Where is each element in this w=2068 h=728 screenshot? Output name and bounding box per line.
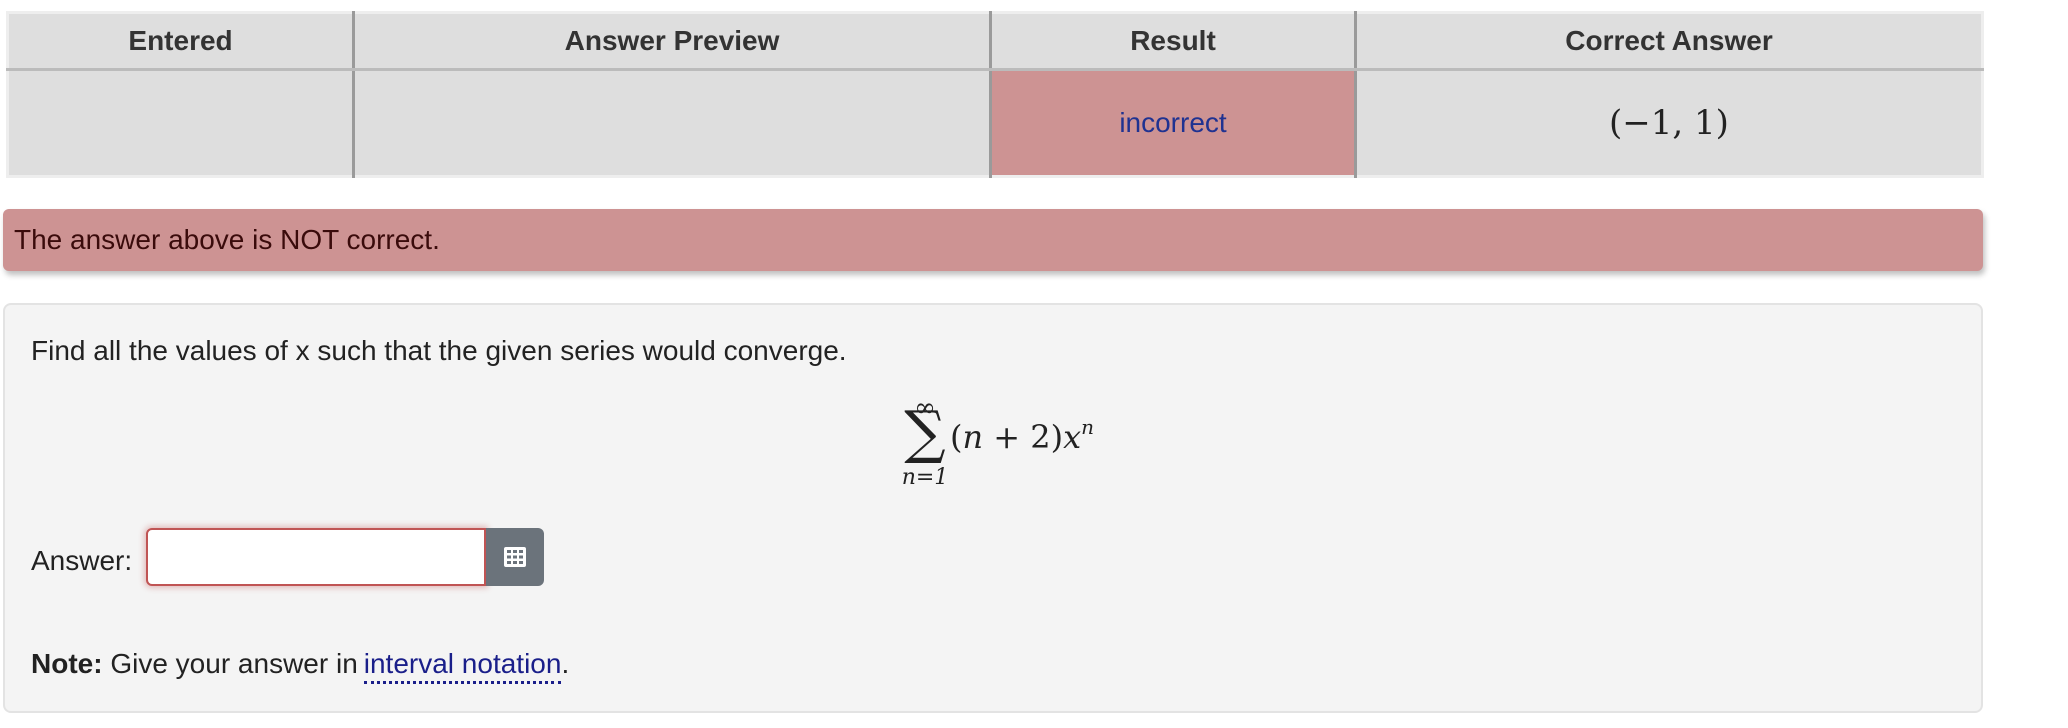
cell-correct-answer: (−1, 1) bbox=[1354, 68, 1984, 178]
term-n: n bbox=[962, 418, 984, 456]
cell-entered bbox=[6, 68, 355, 178]
results-header-row: Entered Answer Preview Result Correct An… bbox=[6, 11, 1984, 71]
note-label: Note: bbox=[31, 648, 103, 679]
header-result: Result bbox=[989, 11, 1357, 71]
results-table: Entered Answer Preview Result Correct An… bbox=[6, 11, 1984, 178]
header-entered: Entered bbox=[6, 11, 355, 71]
term-open-paren: ( bbox=[950, 418, 963, 456]
note-period: . bbox=[561, 648, 570, 679]
results-row: incorrect (−1, 1) bbox=[6, 68, 1984, 178]
term-plus-two: + 2) bbox=[983, 418, 1064, 456]
cell-result-status: incorrect bbox=[989, 68, 1357, 178]
sum-term: (n + 2)xn bbox=[950, 415, 1094, 456]
incorrect-alert-banner: The answer above is NOT correct. bbox=[3, 209, 1983, 271]
note-text: Give your answer in bbox=[110, 648, 358, 679]
summation-sign: ∑ bbox=[904, 398, 946, 466]
header-answer-preview: Answer Preview bbox=[352, 11, 992, 71]
answer-label: Answer: bbox=[31, 545, 133, 576]
problem-prompt: Find all the values of x such that the g… bbox=[31, 335, 847, 366]
page: Entered Answer Preview Result Correct An… bbox=[0, 0, 2068, 728]
equation-editor-button[interactable] bbox=[486, 528, 544, 586]
term-exponent: n bbox=[1081, 415, 1095, 439]
header-correct-answer: Correct Answer bbox=[1354, 11, 1984, 71]
series-formula: ∞ ∑ n=1 (n + 2)xn bbox=[900, 393, 1120, 493]
sum-lower-limit: n=1 bbox=[901, 465, 949, 490]
term-x: x bbox=[1063, 418, 1082, 456]
grid-icon bbox=[504, 547, 526, 567]
cell-answer-preview bbox=[352, 68, 992, 178]
answer-input[interactable] bbox=[146, 528, 486, 586]
interval-notation-link[interactable]: interval notation bbox=[363, 648, 562, 684]
problem-panel: Find all the values of x such that the g… bbox=[3, 303, 1983, 713]
note: Note: Give your answer in interval notati… bbox=[31, 648, 570, 684]
